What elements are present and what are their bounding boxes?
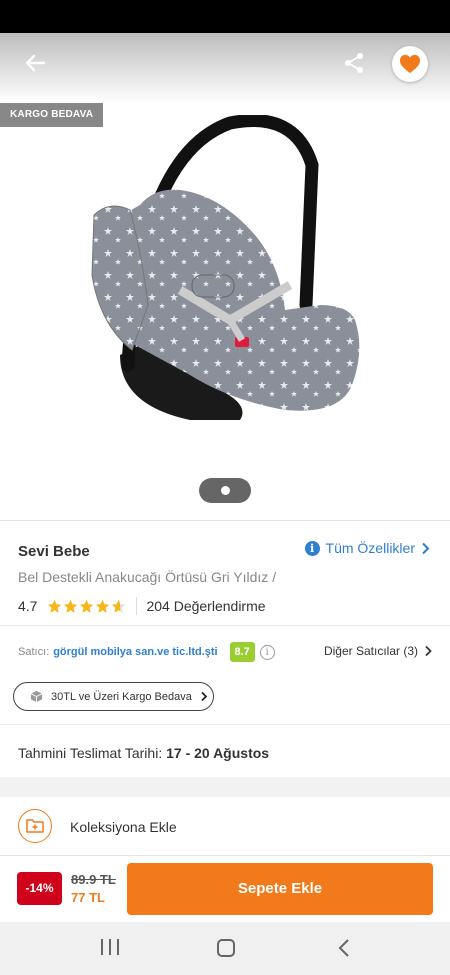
add-to-cart-button[interactable]: Sepete Ekle xyxy=(127,863,433,915)
chevron-right-icon xyxy=(425,645,432,657)
product-name: Bel Destekli Anakucağı Örtüsü Gri Yıldız… xyxy=(18,569,277,585)
seller-row: Satıcı: görgül mobilya san.ve tic.ltd.şt… xyxy=(18,640,432,664)
product-gallery[interactable]: KARGO BEDAVA xyxy=(0,33,450,520)
rating-value: 4.7 xyxy=(18,598,38,614)
back-icon[interactable] xyxy=(335,938,355,958)
discount-badge: -14% xyxy=(17,872,62,905)
star-icon xyxy=(96,599,110,613)
star-icon xyxy=(48,599,62,613)
product-brand[interactable]: Sevi Bebe xyxy=(18,543,90,560)
collection-add-icon xyxy=(18,809,52,843)
favorite-button[interactable] xyxy=(392,46,428,82)
image-pager[interactable] xyxy=(199,478,251,503)
status-bar xyxy=(0,0,450,33)
star-half-icon xyxy=(112,599,126,613)
rating-divider xyxy=(136,597,138,615)
old-price: 89.9 TL xyxy=(71,872,116,887)
info-icon: i xyxy=(304,540,320,556)
all-features-link[interactable]: i Tüm Özellikler xyxy=(304,540,430,556)
seller-name-link[interactable]: görgül mobilya san.ve tic.ltd.şti xyxy=(53,646,217,658)
rating-row[interactable]: 4.7 204 Değerlendirme xyxy=(18,597,266,615)
product-page: KARGO BEDAVA Sevi Bebe i Tüm Özellikler … xyxy=(0,0,450,975)
divider xyxy=(0,625,450,626)
review-count[interactable]: 204 Değerlendirme xyxy=(146,598,265,614)
buy-bar: -14% 89.9 TL 77 TL Sepete Ekle xyxy=(0,855,450,922)
product-image xyxy=(91,115,360,420)
current-price: 77 TL xyxy=(71,890,105,905)
rating-stars xyxy=(47,599,126,614)
delivery-estimate: Tahmini Teslimat Tarihi: 17 - 20 Ağustos xyxy=(18,745,269,761)
free-cargo-label: 30TL ve Üzeri Kargo Bedava xyxy=(51,690,192,703)
all-features-label: Tüm Özellikler xyxy=(325,540,415,556)
delivery-dates: 17 - 20 Ağustos xyxy=(166,745,270,761)
star-icon xyxy=(64,599,78,613)
seller-label: Satıcı: xyxy=(18,646,50,658)
other-sellers-label: Diğer Satıcılar (3) xyxy=(323,644,418,658)
add-to-collection-label: Koleksiyona Ekle xyxy=(70,819,177,835)
home-icon[interactable] xyxy=(217,939,235,957)
other-sellers-link[interactable]: Diğer Satıcılar (3) xyxy=(324,644,432,658)
chevron-right-icon xyxy=(422,542,430,554)
system-nav-bar xyxy=(0,922,450,975)
header-gradient xyxy=(0,33,450,103)
seller-score-badge: 8.7 xyxy=(229,642,255,662)
add-to-collection-row[interactable]: Koleksiyona Ekle xyxy=(0,797,450,855)
share-icon[interactable] xyxy=(342,51,366,75)
info-outline-icon[interactable]: i xyxy=(259,644,275,660)
recent-apps-icon[interactable] xyxy=(101,939,119,957)
divider xyxy=(0,724,450,725)
free-cargo-pill[interactable]: 30TL ve Üzeri Kargo Bedava xyxy=(13,682,214,711)
star-icon xyxy=(80,599,94,613)
pager-dot-active xyxy=(220,486,230,495)
arrow-left-icon[interactable] xyxy=(22,50,48,76)
delivery-label: Tahmini Teslimat Tarihi: xyxy=(18,745,163,761)
product-info-card: Sevi Bebe i Tüm Özellikler Bel Destekli … xyxy=(0,520,450,777)
chevron-right-icon xyxy=(201,691,208,702)
box-icon xyxy=(30,690,43,703)
heart-icon xyxy=(400,54,420,74)
